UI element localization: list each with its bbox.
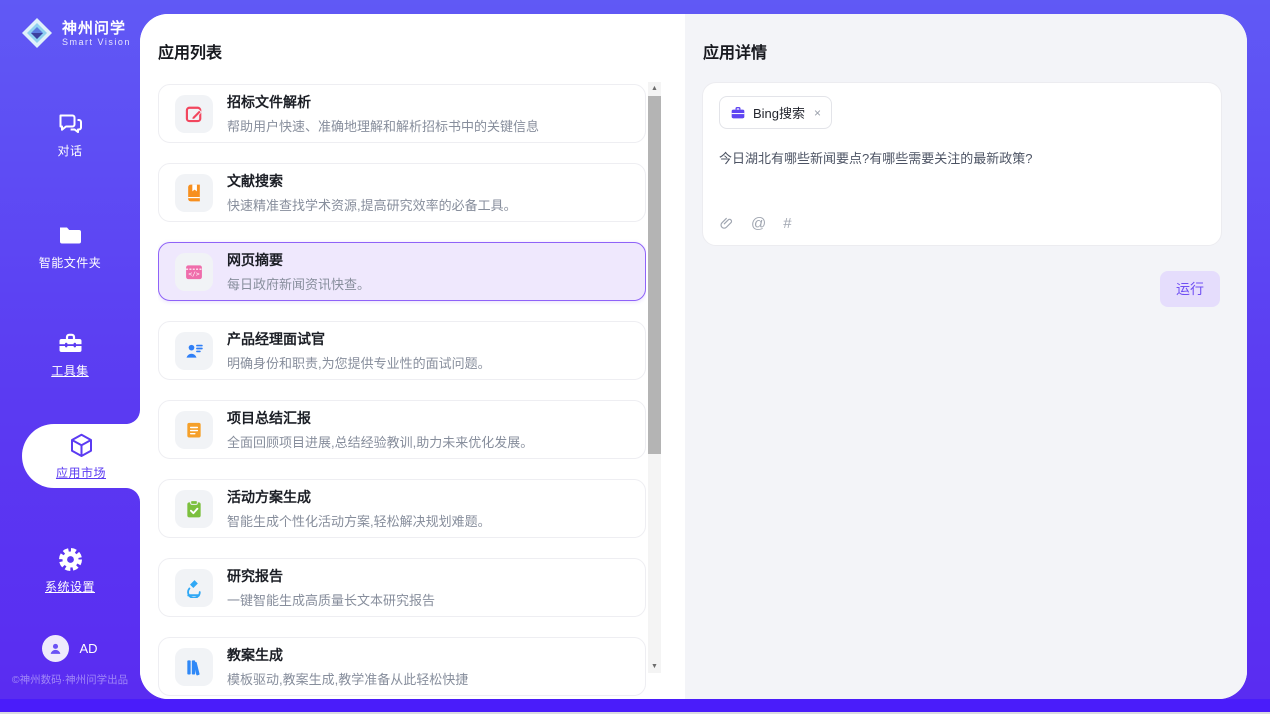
app-item-title: 研究报告 (227, 566, 435, 586)
sidebar-item-cube[interactable]: 应用市场 (22, 424, 140, 488)
app-list-panel: 应用列表 招标文件解析 帮助用户快速、准确地理解和解析招标书中的关键信息 文献搜… (140, 14, 685, 699)
app-item-description: 每日政府新闻资讯快查。 (227, 274, 370, 293)
book-icon (175, 174, 213, 212)
app-detail-panel: 应用详情 Bing搜索 × 今日湖北有哪些新闻要点?有哪些需要关注的最新政策? (685, 14, 1247, 699)
app-list-item[interactable]: 研究报告 一键智能生成高质量长文本研究报告 (158, 558, 646, 617)
query-text[interactable]: 今日湖北有哪些新闻要点?有哪些需要关注的最新政策? (719, 149, 1205, 169)
app-item-description: 一键智能生成高质量长文本研究报告 (227, 590, 435, 609)
sidebar-item-toolbox[interactable]: 工具集 (0, 326, 140, 382)
app-logo: 神州问学 Smart Vision (0, 0, 140, 50)
run-button[interactable]: 运行 (1160, 271, 1220, 307)
app-item-title: 产品经理面试官 (227, 329, 491, 349)
app-item-description: 智能生成个性化活动方案,轻松解决规划难题。 (227, 511, 491, 530)
app-item-title: 招标文件解析 (227, 92, 539, 112)
attachment-icon[interactable] (719, 216, 734, 231)
app-item-title: 文献搜索 (227, 171, 517, 191)
app-item-description: 模板驱动,教案生成,教学准备从此轻松快捷 (227, 669, 468, 688)
tool-tag-label: Bing搜索 (753, 103, 805, 122)
folder-icon (57, 222, 84, 249)
bottom-accent-bar (0, 699, 1270, 712)
card-actions: @ # (719, 215, 1205, 232)
app-item-title: 教案生成 (227, 645, 468, 665)
hashtag-icon[interactable]: # (783, 215, 791, 232)
nav-label: 系统设置 (45, 578, 95, 595)
scrollbar-thumb[interactable] (648, 96, 661, 454)
sidebar: 神州问学 Smart Vision 对话 智能文件夹 工具集 应用市场 系统设置… (0, 0, 140, 700)
scrollbar-down-button[interactable]: ▼ (648, 660, 661, 673)
app-list-item[interactable]: 文献搜索 快速精准查找学术资源,提高研究效率的必备工具。 (158, 163, 646, 222)
sidebar-item-gear[interactable]: 系统设置 (0, 542, 140, 598)
tag-close-icon[interactable]: × (814, 106, 821, 120)
nav-label: 智能文件夹 (39, 254, 102, 271)
person-icon (47, 640, 64, 657)
app-list: 招标文件解析 帮助用户快速、准确地理解和解析招标书中的关键信息 文献搜索 快速精… (158, 84, 646, 699)
app-item-title: 活动方案生成 (227, 487, 491, 507)
avatar[interactable] (42, 635, 69, 662)
main-content: 应用列表 招标文件解析 帮助用户快速、准确地理解和解析招标书中的关键信息 文献搜… (140, 14, 1247, 699)
nav-label: 应用市场 (56, 464, 106, 481)
logo-title: 神州问学 (62, 20, 131, 37)
app-list-title: 应用列表 (158, 39, 222, 63)
report-note-icon (175, 411, 213, 449)
logo-subtitle: Smart Vision (62, 37, 131, 47)
app-detail-title: 应用详情 (703, 39, 767, 63)
app-list-item[interactable]: 产品经理面试官 明确身份和职责,为您提供专业性的面试问题。 (158, 321, 646, 380)
browser-code-icon: </> (175, 253, 213, 291)
scrollbar-up-button[interactable]: ▲ (648, 82, 661, 95)
gear-icon (57, 546, 84, 573)
logo-diamond-icon (20, 16, 54, 50)
chat-icon (57, 110, 84, 137)
user-name: AD (79, 641, 97, 656)
sidebar-item-folder[interactable]: 智能文件夹 (0, 218, 140, 274)
interviewer-icon (175, 332, 213, 370)
app-list-item[interactable]: </> 网页摘要 每日政府新闻资讯快查。 (158, 242, 646, 301)
microscope-icon (175, 569, 213, 607)
app-item-description: 全面回顾项目进展,总结经验教训,助力未来优化发展。 (227, 432, 533, 451)
copyright-text: ©神州数码·神州问学出品 (0, 672, 140, 687)
mention-icon[interactable]: @ (751, 215, 766, 232)
svg-text:</>: </> (188, 271, 200, 278)
document-edit-icon (175, 95, 213, 133)
app-item-title: 网页摘要 (227, 250, 370, 270)
app-list-item[interactable]: 教案生成 模板驱动,教案生成,教学准备从此轻松快捷 (158, 637, 646, 696)
nav-label: 工具集 (51, 362, 89, 379)
clipboard-check-icon (175, 490, 213, 528)
briefcase-icon (730, 105, 746, 121)
sidebar-item-chat[interactable]: 对话 (0, 106, 140, 162)
app-detail-card: Bing搜索 × 今日湖北有哪些新闻要点?有哪些需要关注的最新政策? @ # (702, 82, 1222, 246)
app-item-description: 快速精准查找学术资源,提高研究效率的必备工具。 (227, 195, 517, 214)
user-row[interactable]: AD (0, 635, 140, 662)
app-item-description: 帮助用户快速、准确地理解和解析招标书中的关键信息 (227, 116, 539, 135)
tool-tag-bing-search[interactable]: Bing搜索 × (719, 96, 832, 129)
app-list-item[interactable]: 项目总结汇报 全面回顾项目进展,总结经验教训,助力未来优化发展。 (158, 400, 646, 459)
toolbox-icon (57, 330, 84, 357)
run-row: 运行 (1160, 271, 1220, 307)
books-icon (175, 648, 213, 686)
cube-icon (68, 432, 95, 459)
app-item-description: 明确身份和职责,为您提供专业性的面试问题。 (227, 353, 491, 372)
app-item-title: 项目总结汇报 (227, 408, 533, 428)
nav-label: 对话 (57, 142, 82, 159)
app-list-item[interactable]: 招标文件解析 帮助用户快速、准确地理解和解析招标书中的关键信息 (158, 84, 646, 143)
scrollbar-track[interactable]: ▲ ▼ (648, 82, 661, 673)
app-list-item[interactable]: 活动方案生成 智能生成个性化活动方案,轻松解决规划难题。 (158, 479, 646, 538)
